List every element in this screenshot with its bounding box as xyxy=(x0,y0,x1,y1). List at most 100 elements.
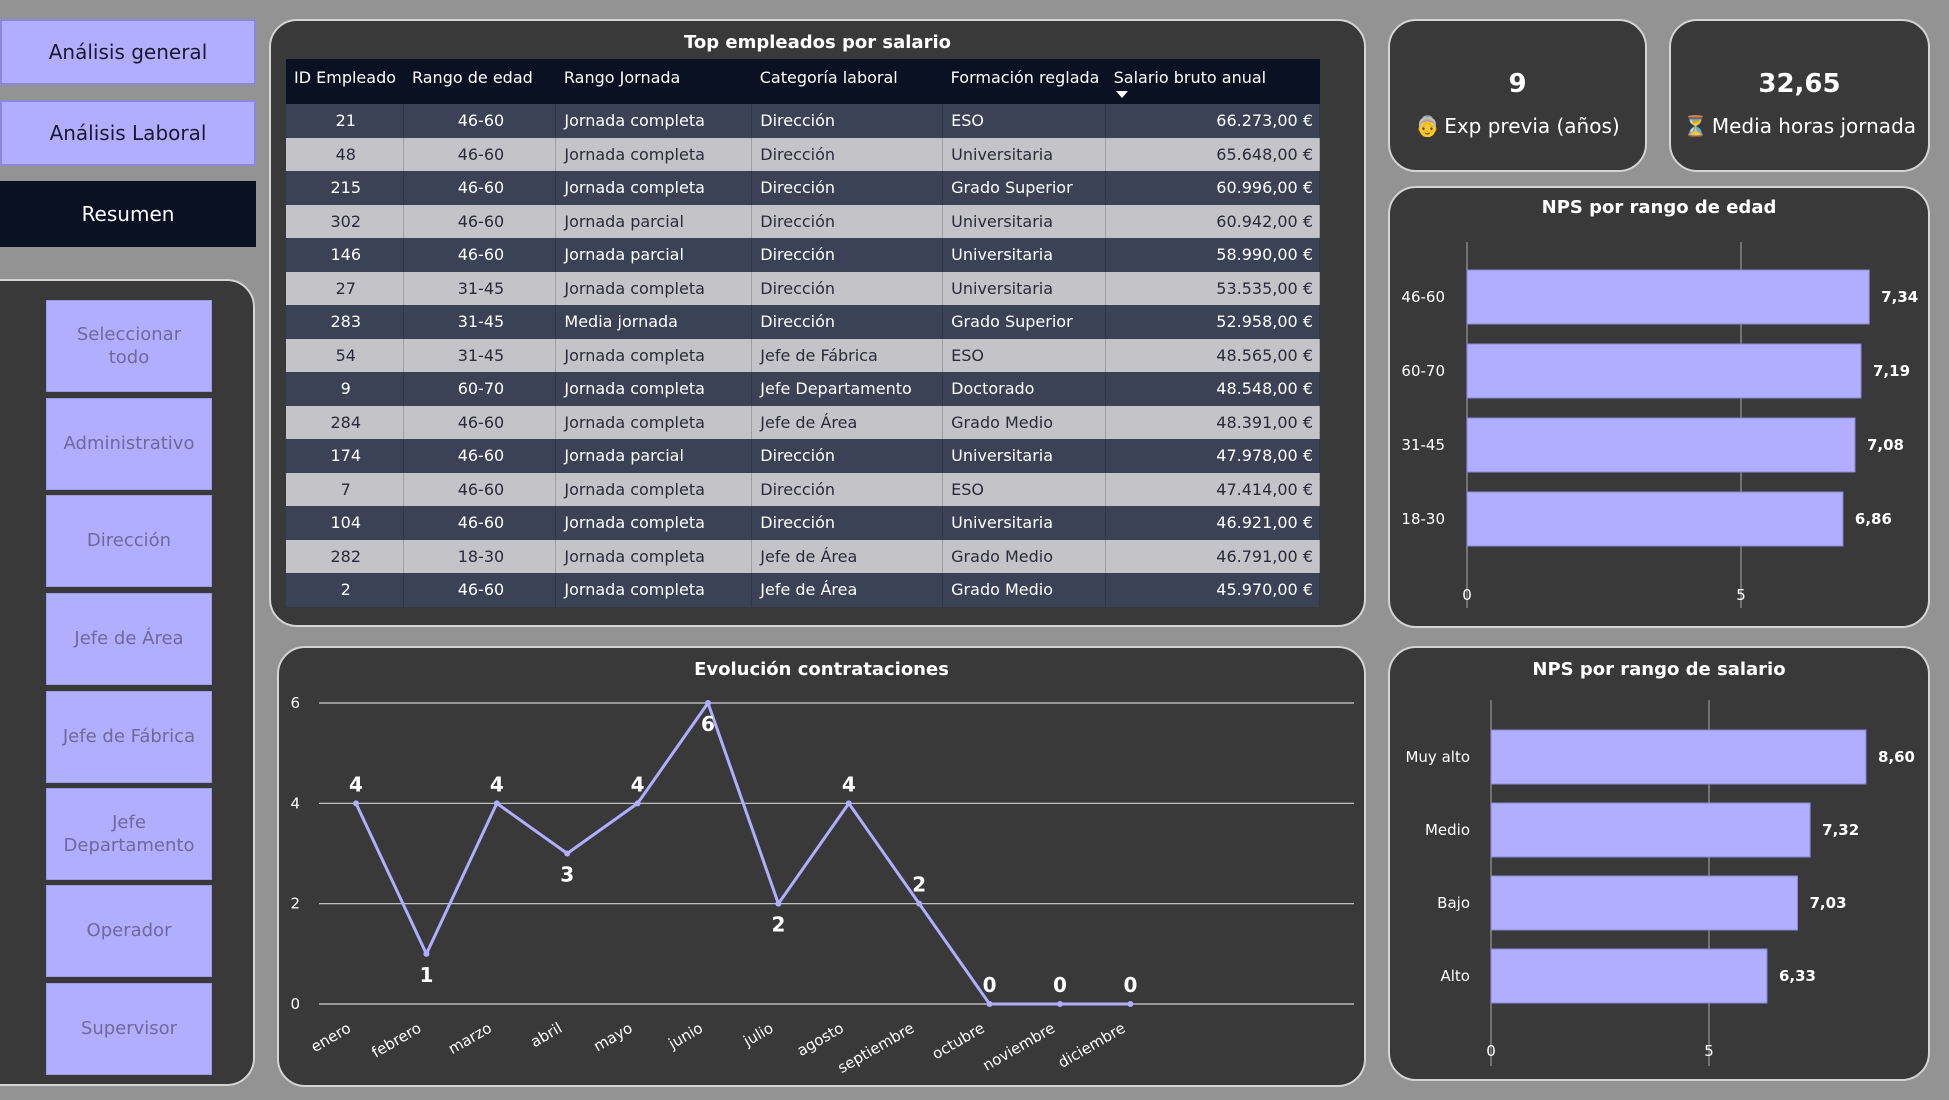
point-septiembre[interactable] xyxy=(916,900,923,907)
table-cell-rango-jornada: Jornada completa xyxy=(555,573,753,607)
bar-bajo[interactable] xyxy=(1490,875,1799,931)
x-tick-label: noviembre xyxy=(980,1019,1058,1075)
category-label: 46-60 xyxy=(1401,288,1445,306)
x-tick-label: abril xyxy=(527,1019,565,1051)
table-cell-categoria-laboral: Jefe de Área xyxy=(751,539,944,573)
data-label: 7,32 xyxy=(1822,821,1859,839)
table-cell-salario-bruto-anual: 47.414,00 € xyxy=(1105,472,1320,506)
bar-31-45[interactable] xyxy=(1466,417,1856,473)
table-row[interactable]: 27 31-45 Jornada completa Dirección Universi… xyxy=(286,271,1320,305)
data-label: 0 xyxy=(983,973,997,997)
top-employees-table: ID Empleado Rango de edad Rango Jornada Cat… xyxy=(286,59,1320,607)
nav-resumen-button[interactable]: Resumen xyxy=(0,181,256,247)
slicer-item-seleccionar-todo[interactable]: Seleccionar todo xyxy=(46,300,212,392)
column-header-categoria-laboral[interactable]: Categoría laboral xyxy=(751,59,943,104)
data-label: 4 xyxy=(349,772,363,796)
point-noviembre[interactable] xyxy=(1057,1001,1063,1007)
data-label: 6 xyxy=(701,712,715,736)
slicer-item-administrativo[interactable]: Administrativo xyxy=(46,398,212,490)
table-title: Top empleados por salario xyxy=(684,32,951,53)
slicer-item-operador[interactable]: Operador xyxy=(46,885,212,977)
point-abril[interactable] xyxy=(564,850,571,857)
point-junio[interactable] xyxy=(705,700,711,706)
table-row[interactable]: 174 46-60 Jornada parcial Dirección Universi… xyxy=(286,439,1320,473)
table-row[interactable]: 282 18-30 Jornada completa Jefe de Área Grad… xyxy=(286,539,1320,573)
table-cell-formacion-reglada: ESO xyxy=(942,104,1107,138)
table-row[interactable]: 283 31-45 Media jornada Dirección Grado Supe… xyxy=(286,305,1320,339)
point-diciembre[interactable] xyxy=(1127,1001,1134,1007)
table-cell-salario-bruto-anual: 48.391,00 € xyxy=(1105,405,1320,439)
table-row[interactable]: 215 46-60 Jornada completa Dirección Grado S… xyxy=(286,171,1320,205)
column-header-salario-bruto-anual[interactable]: Salario bruto anual xyxy=(1105,59,1320,104)
table-cell-formacion-reglada: Universitaria xyxy=(942,439,1107,473)
point-agosto[interactable] xyxy=(845,800,852,807)
nps-edad-chart: 0 5 46-60 7,34 60-70 7,19 31-45 7,08 18-30 6,86 xyxy=(1401,242,1918,608)
table-row[interactable]: 284 46-60 Jornada completa Jefe de Área Grad… xyxy=(286,405,1320,439)
table-cell-categoria-laboral: Dirección xyxy=(751,171,944,205)
point-febrero[interactable] xyxy=(423,950,430,957)
nav-analisis-general-button[interactable]: Análisis general xyxy=(0,19,256,85)
table-cell-rango-de-edad: 46-60 xyxy=(403,238,557,272)
table-cell-categoria-laboral: Dirección xyxy=(751,506,944,540)
column-header-label: ID Empleado xyxy=(294,68,397,87)
x-tick-label: 5 xyxy=(1704,1042,1714,1060)
table-cell-rango-jornada: Jornada completa xyxy=(555,506,753,540)
table-cell-rango-de-edad: 31-45 xyxy=(403,338,557,372)
column-header-rango-jornada[interactable]: Rango Jornada xyxy=(555,59,752,104)
bar-46-60[interactable] xyxy=(1466,269,1870,325)
bar-alto[interactable] xyxy=(1490,948,1768,1004)
table-cell-salario-bruto-anual: 48.548,00 € xyxy=(1105,372,1320,406)
data-label: 1 xyxy=(419,963,433,987)
table-row[interactable]: 54 31-45 Jornada completa Jefe de Fábrica ES… xyxy=(286,338,1320,372)
table-cell-formacion-reglada: Grado Medio xyxy=(942,573,1107,607)
table-row[interactable]: 2 46-60 Jornada completa Jefe de Área Grado … xyxy=(286,573,1320,607)
bar-muy-alto[interactable] xyxy=(1490,729,1867,785)
kpi-horas-label-row: ⏳ Media horas jornada xyxy=(1671,114,1928,138)
table-row[interactable]: 48 46-60 Jornada completa Dirección Universi… xyxy=(286,137,1320,171)
data-label: 4 xyxy=(490,772,504,796)
table-cell-salario-bruto-anual: 53.535,00 € xyxy=(1105,271,1320,305)
table-row[interactable]: 7 46-60 Jornada completa Dirección ESO 47.414… xyxy=(286,472,1320,506)
table-cell-rango-de-edad: 46-60 xyxy=(403,171,557,205)
column-header-id-empleado[interactable]: ID Empleado xyxy=(286,59,404,104)
table-cell-id-empleado: 215 xyxy=(286,171,405,205)
bar-60-70[interactable] xyxy=(1466,343,1862,399)
point-julio[interactable] xyxy=(775,900,782,907)
table-row[interactable]: 21 46-60 Jornada completa Dirección ESO 66.27… xyxy=(286,104,1320,138)
table-cell-rango-jornada: Jornada parcial xyxy=(555,204,753,238)
x-tick-label: 0 xyxy=(1462,586,1472,604)
slicer-item-direccion[interactable]: Dirección xyxy=(46,495,212,587)
table-row[interactable]: 9 60-70 Jornada completa Jefe Departamento D… xyxy=(286,372,1320,406)
column-header-formacion-reglada[interactable]: Formación reglada xyxy=(942,59,1106,104)
table-cell-salario-bruto-anual: 46.921,00 € xyxy=(1105,506,1320,540)
table-cell-categoria-laboral: Jefe de Área xyxy=(751,405,944,439)
slicer-item-jefe-de-area[interactable]: Jefe de Área xyxy=(46,593,212,685)
table-row[interactable]: 146 46-60 Jornada parcial Dirección Universi… xyxy=(286,238,1320,272)
kpi-exp-label: Exp previa (años) xyxy=(1444,114,1620,138)
bar-medio[interactable] xyxy=(1490,802,1811,858)
sort-descending-icon[interactable] xyxy=(1115,91,1128,98)
x-tick-label: octubre xyxy=(929,1019,988,1063)
point-octubre[interactable] xyxy=(986,1001,993,1007)
slicer-item-supervisor[interactable]: Supervisor xyxy=(46,983,212,1075)
slicer-item-jefe-departamento[interactable]: Jefe Departamento xyxy=(46,788,212,880)
table-cell-rango-de-edad: 31-45 xyxy=(403,305,557,339)
point-marzo[interactable] xyxy=(493,800,500,807)
table-row[interactable]: 302 46-60 Jornada parcial Dirección Universi… xyxy=(286,204,1320,238)
bar-18-30[interactable] xyxy=(1466,491,1844,547)
slicer-item-jefe-de-fabrica[interactable]: Jefe de Fábrica xyxy=(46,691,212,783)
data-label: 0 xyxy=(1123,973,1137,997)
kpi-exp-label-row: 👵 Exp previa (años) xyxy=(1390,114,1645,138)
point-enero[interactable] xyxy=(353,800,359,807)
nav-analisis-laboral-button[interactable]: Análisis Laboral xyxy=(0,100,256,166)
column-header-rango-de-edad[interactable]: Rango de edad xyxy=(403,59,556,104)
table-header-row: ID Empleado Rango de edad Rango Jornada Cat… xyxy=(286,59,1320,104)
x-tick-label: junio xyxy=(664,1019,706,1053)
table-cell-formacion-reglada: Universitaria xyxy=(942,506,1107,540)
table-cell-categoria-laboral: Dirección xyxy=(751,204,944,238)
table-cell-rango-de-edad: 46-60 xyxy=(403,405,557,439)
table-row[interactable]: 104 46-60 Jornada completa Dirección Univers… xyxy=(286,506,1320,540)
table-cell-formacion-reglada: Grado Medio xyxy=(942,405,1107,439)
hires-line[interactable] xyxy=(354,701,1131,1006)
point-mayo[interactable] xyxy=(634,800,641,807)
